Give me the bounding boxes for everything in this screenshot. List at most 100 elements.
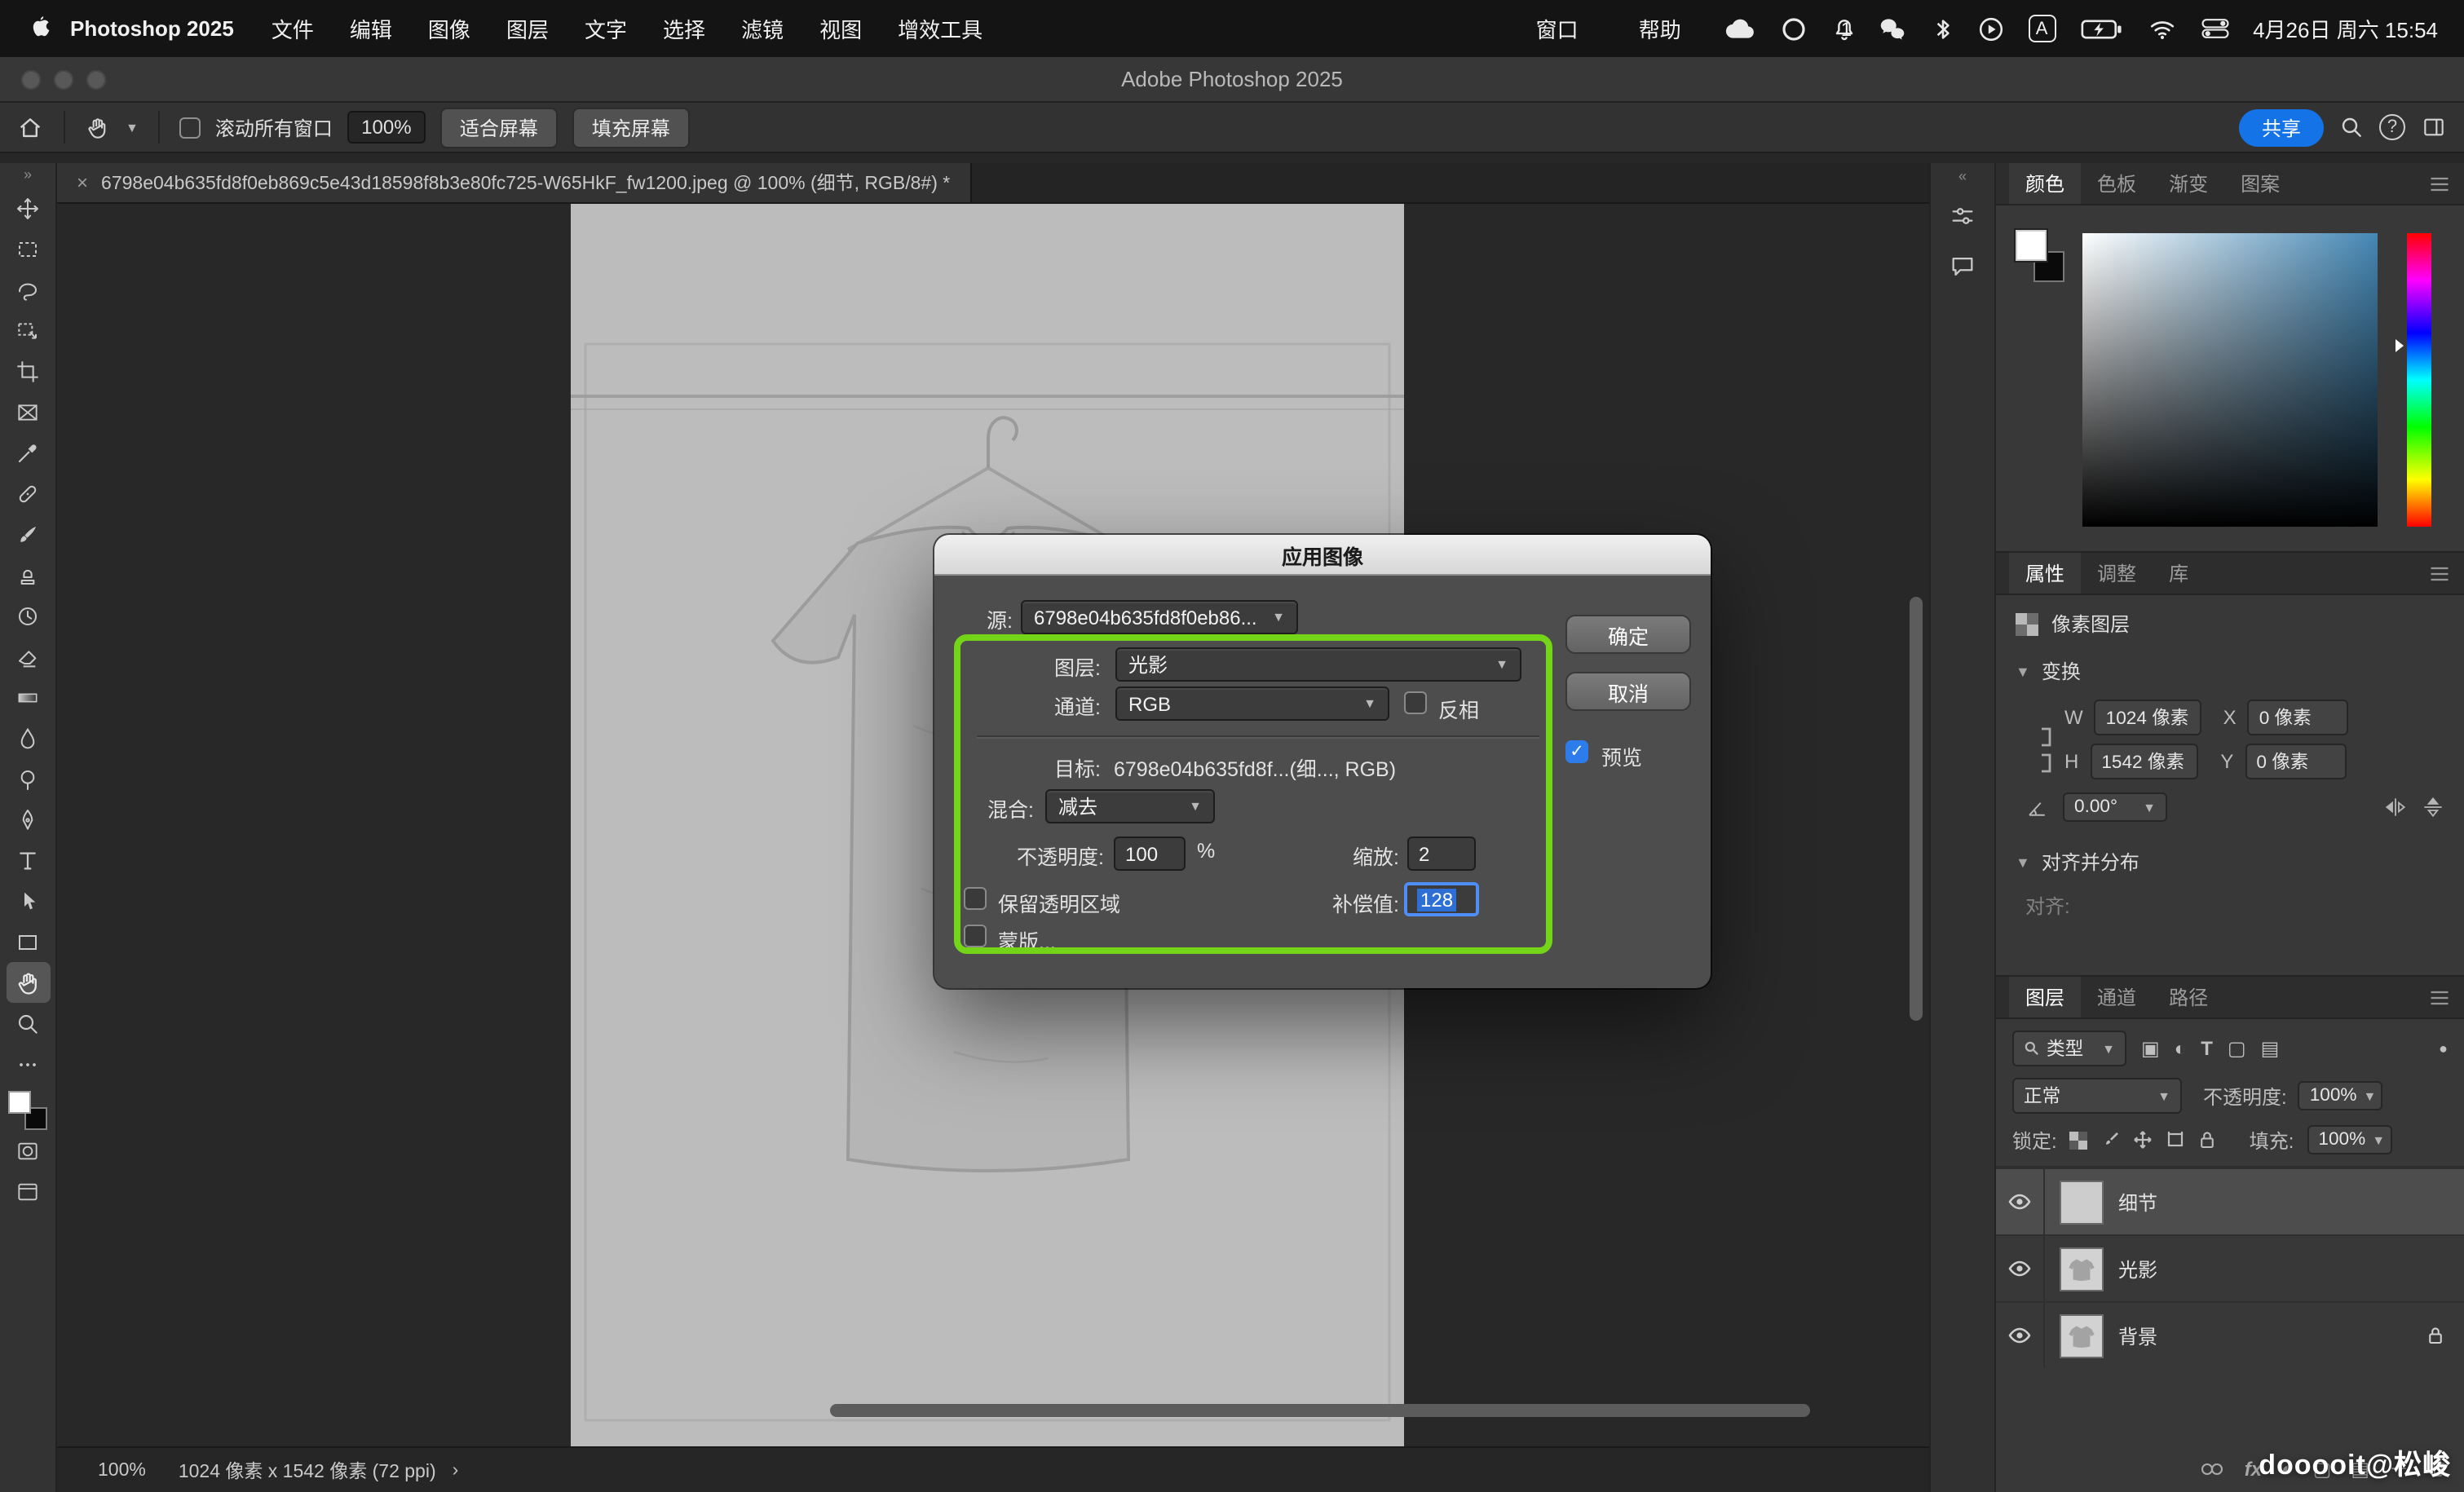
eraser-tool[interactable] bbox=[6, 636, 50, 677]
panel-menu-icon[interactable] bbox=[2428, 987, 2451, 1007]
channel-select[interactable]: RGB▼ bbox=[1115, 686, 1389, 721]
filter-toggle-icon[interactable]: ● bbox=[2439, 1040, 2448, 1057]
preview-checkbox[interactable]: ✓ bbox=[1565, 740, 1588, 763]
rectangular-marquee-tool[interactable] bbox=[6, 228, 50, 269]
layer-thumbnail[interactable] bbox=[2060, 1180, 2104, 1224]
layer-name[interactable]: 背景 bbox=[2118, 1322, 2157, 1349]
help-icon[interactable]: ? bbox=[2379, 114, 2405, 140]
preserve-transparency-checkbox[interactable] bbox=[964, 887, 987, 910]
layer-row-detail[interactable]: 细节 bbox=[1996, 1168, 2464, 1234]
tab-adjustments[interactable]: 调整 bbox=[2081, 553, 2153, 594]
tab-paths[interactable]: 路径 bbox=[2153, 977, 2224, 1017]
lock-artboard-icon[interactable] bbox=[2166, 1130, 2186, 1150]
filter-pixel-layers-icon[interactable]: ▣ bbox=[2141, 1037, 2160, 1060]
mask-checkbox[interactable] bbox=[964, 925, 987, 947]
layer-thumbnail[interactable] bbox=[2060, 1313, 2104, 1357]
source-select[interactable]: 6798e04b635fd8f0eb86...▼ bbox=[1021, 600, 1298, 634]
menu-edit[interactable]: 编辑 bbox=[332, 13, 410, 44]
blur-tool[interactable] bbox=[6, 717, 50, 758]
tab-properties[interactable]: 属性 bbox=[2009, 553, 2081, 594]
foreground-color-swatch[interactable] bbox=[8, 1091, 31, 1114]
move-tool[interactable] bbox=[6, 188, 50, 228]
menu-help[interactable]: 帮助 bbox=[1621, 13, 1699, 44]
hue-slider-arrow-icon[interactable] bbox=[2396, 339, 2404, 352]
layer-row-background[interactable]: 背景 bbox=[1996, 1301, 2464, 1368]
search-icon[interactable] bbox=[2338, 114, 2365, 140]
home-icon[interactable] bbox=[16, 113, 44, 141]
document-tab[interactable]: × 6798e04b635fd8f0eb869c5e43d18598f8b3e8… bbox=[57, 163, 971, 202]
y-field[interactable]: 0 像素 bbox=[2245, 744, 2346, 779]
gradient-tool[interactable] bbox=[6, 677, 50, 717]
layer-name[interactable]: 光影 bbox=[2118, 1255, 2157, 1282]
crop-tool[interactable] bbox=[6, 351, 50, 391]
saturation-brightness-square[interactable] bbox=[2082, 233, 2378, 527]
tab-libraries[interactable]: 库 bbox=[2153, 553, 2205, 594]
current-tool-hand-icon[interactable] bbox=[85, 114, 111, 140]
type-tool[interactable] bbox=[6, 840, 50, 881]
menubar-datetime[interactable]: 4月26日 周六 15:54 bbox=[2253, 13, 2438, 44]
filter-type-layers-icon[interactable]: T bbox=[2201, 1037, 2213, 1060]
wifi-icon[interactable] bbox=[2147, 17, 2176, 40]
wechat-icon[interactable] bbox=[1876, 15, 1907, 42]
menu-plugins[interactable]: 增效工具 bbox=[880, 13, 1000, 44]
link-layers-icon[interactable] bbox=[2201, 1460, 2225, 1477]
rotation-field[interactable]: 0.00°▼ bbox=[2063, 792, 2167, 822]
apple-menu-icon[interactable] bbox=[26, 15, 51, 42]
menu-type[interactable]: 文字 bbox=[567, 13, 645, 44]
flip-horizontal-icon[interactable] bbox=[2382, 796, 2409, 819]
workspace-panel-icon[interactable] bbox=[2420, 114, 2448, 140]
vertical-scrollbar[interactable] bbox=[1910, 597, 1923, 1021]
lasso-tool[interactable] bbox=[6, 269, 50, 310]
play-circle-icon[interactable] bbox=[1977, 15, 2003, 42]
lock-all-icon[interactable] bbox=[2199, 1130, 2217, 1150]
fill-field[interactable]: 100%▼ bbox=[2307, 1125, 2391, 1154]
layer-select[interactable]: 光影▼ bbox=[1115, 647, 1521, 682]
dock-comments-button[interactable] bbox=[1941, 246, 1984, 285]
creative-cloud-icon[interactable] bbox=[1724, 16, 1756, 41]
share-button[interactable]: 共享 bbox=[2239, 108, 2324, 146]
link-dimensions-icon[interactable] bbox=[2032, 722, 2055, 778]
tool-preset-caret-icon[interactable]: ▼ bbox=[126, 120, 139, 135]
tab-channels[interactable]: 通道 bbox=[2081, 977, 2153, 1017]
notification-bell-icon[interactable]: 1 bbox=[1831, 15, 1852, 42]
path-selection-tool[interactable] bbox=[6, 881, 50, 921]
layer-filter-type-select[interactable]: 类型▼ bbox=[2012, 1031, 2126, 1066]
fit-screen-button[interactable]: 适合屏幕 bbox=[440, 107, 558, 148]
bluetooth-icon[interactable] bbox=[1932, 15, 1953, 42]
clone-stamp-tool[interactable] bbox=[6, 554, 50, 595]
horizontal-scrollbar[interactable] bbox=[830, 1404, 1810, 1417]
pen-tool[interactable] bbox=[6, 799, 50, 840]
minimize-window-button[interactable] bbox=[54, 70, 73, 90]
flip-vertical-icon[interactable] bbox=[2422, 794, 2444, 820]
screen-mode-button[interactable] bbox=[6, 1171, 50, 1212]
close-window-button[interactable] bbox=[21, 70, 41, 90]
width-field[interactable]: 1024 像素 bbox=[2095, 700, 2202, 735]
menubar-app-name[interactable]: Photoshop 2025 bbox=[51, 16, 254, 41]
quick-mask-button[interactable] bbox=[6, 1130, 50, 1171]
tab-gradients[interactable]: 渐变 bbox=[2153, 163, 2224, 204]
status-zoom-field[interactable]: 100% bbox=[98, 1460, 146, 1480]
control-center-icon[interactable] bbox=[2201, 16, 2228, 41]
panel-color-swatches[interactable] bbox=[2016, 230, 2064, 282]
layer-thumbnail[interactable] bbox=[2060, 1247, 2104, 1291]
brush-tool[interactable] bbox=[6, 514, 50, 554]
layer-row-lighting[interactable]: 光影 bbox=[1996, 1234, 2464, 1301]
layer-visibility-eye-icon[interactable] bbox=[1996, 1169, 2045, 1234]
blend-select[interactable]: 减去▼ bbox=[1045, 789, 1215, 823]
menu-image[interactable]: 图像 bbox=[410, 13, 488, 44]
invert-checkbox[interactable] bbox=[1404, 691, 1427, 714]
blend-mode-select[interactable]: 正常▼ bbox=[2012, 1078, 2182, 1114]
filter-shape-layers-icon[interactable]: ▢ bbox=[2228, 1037, 2246, 1060]
eyedropper-tool[interactable] bbox=[6, 432, 50, 473]
fill-screen-button[interactable]: 填充屏幕 bbox=[572, 107, 690, 148]
collapse-dock-icon[interactable]: « bbox=[1958, 168, 1967, 184]
x-field[interactable]: 0 像素 bbox=[2248, 700, 2349, 735]
lock-position-icon[interactable] bbox=[2134, 1130, 2153, 1150]
tab-layers[interactable]: 图层 bbox=[2009, 977, 2081, 1017]
panel-menu-icon[interactable] bbox=[2428, 174, 2451, 193]
tab-patterns[interactable]: 图案 bbox=[2224, 163, 2296, 204]
scale-input[interactable]: 2 bbox=[1407, 836, 1476, 871]
layer-lock-icon[interactable] bbox=[2426, 1326, 2444, 1345]
scroll-all-windows-checkbox[interactable] bbox=[179, 117, 201, 138]
panel-menu-icon[interactable] bbox=[2428, 563, 2451, 583]
